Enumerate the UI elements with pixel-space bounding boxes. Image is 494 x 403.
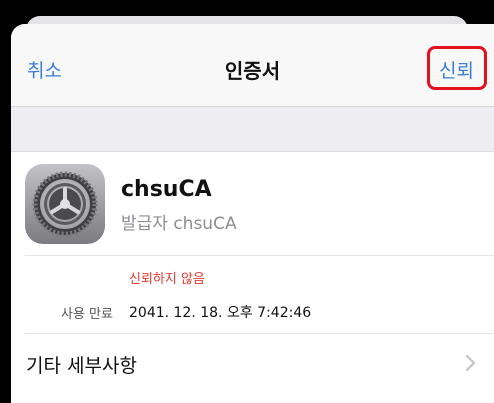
certificate-issuer: 발급자 chsuCA bbox=[121, 214, 237, 234]
expiry-date: 2041. 12. 18. 오후 7:42:46 bbox=[129, 305, 312, 321]
divider bbox=[25, 255, 494, 256]
trust-status: 신뢰하지 않음 bbox=[129, 272, 205, 287]
certificate-sheet: 취소 인증서 신뢰 chsuCA 발급자 chsuCA 신뢰하지 않음 사용 만… bbox=[11, 24, 494, 403]
screen: 취소 인증서 신뢰 chsuCA 발급자 chsuCA 신뢰하지 않음 사용 만… bbox=[0, 0, 494, 403]
certificate-summary: chsuCA 발급자 chsuCA 신뢰하지 않음 사용 만료 2041. 12… bbox=[11, 152, 494, 403]
more-details-label: 기타 세부사항 bbox=[26, 355, 137, 377]
section-spacer bbox=[11, 107, 494, 152]
expiry-label: 사용 만료 bbox=[61, 307, 113, 322]
navigation-bar: 취소 인증서 신뢰 bbox=[11, 24, 494, 107]
more-details-row[interactable]: 기타 세부사항 bbox=[11, 334, 494, 394]
certificate-name: chsuCA bbox=[121, 177, 212, 202]
page-title: 인증서 bbox=[224, 59, 281, 83]
settings-gear-icon bbox=[25, 164, 105, 244]
chevron-right-icon bbox=[465, 354, 476, 372]
trust-button-highlight bbox=[427, 46, 487, 90]
